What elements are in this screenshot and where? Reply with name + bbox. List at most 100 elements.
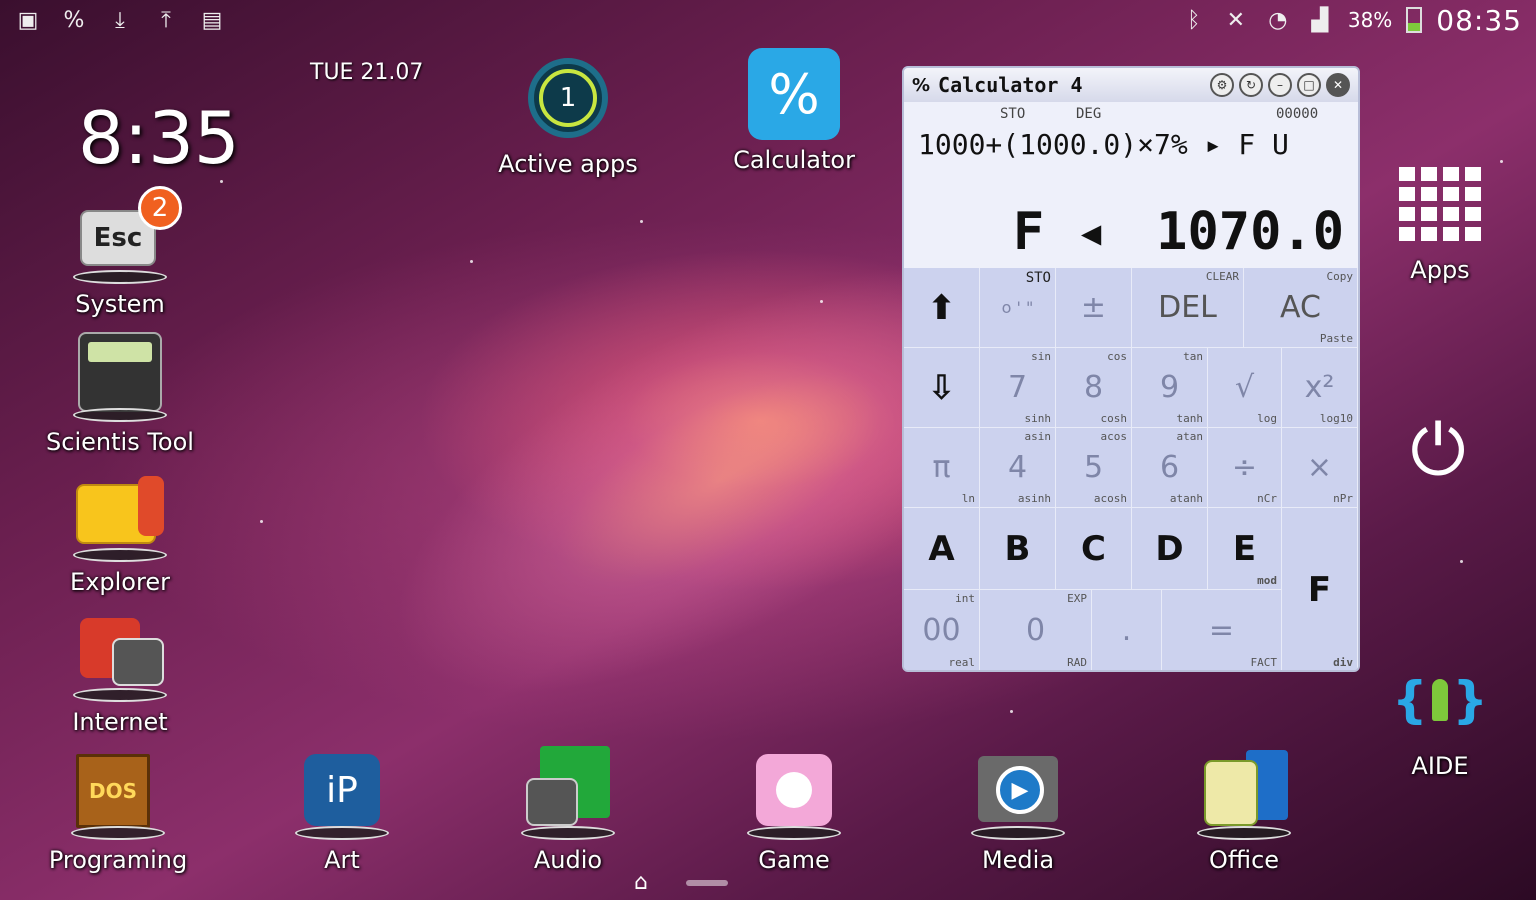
close-icon[interactable]: ✕ — [1326, 73, 1350, 97]
power-icon[interactable]: ⏻ — [1398, 409, 1478, 491]
result-prefix: F ◂ — [1012, 202, 1107, 262]
key-decimal-point[interactable]: . — [1092, 590, 1162, 670]
mute-icon: ✕ — [1226, 7, 1246, 33]
notification-badge: 2 — [138, 186, 182, 230]
image-icon: ▣ — [17, 7, 39, 33]
app-label: Programing — [48, 846, 188, 874]
app-art[interactable]: iP Art — [252, 746, 432, 874]
app-label: System — [75, 290, 165, 318]
window-title: Calculator 4 — [938, 73, 1083, 97]
key-hex-c[interactable]: C — [1056, 508, 1132, 590]
app-label: Art — [324, 846, 360, 874]
game-icon — [746, 746, 842, 842]
star — [1010, 710, 1013, 713]
office-icon — [1196, 746, 1292, 842]
key-sqrt[interactable]: √ log — [1208, 348, 1282, 428]
settings-icon[interactable]: ⚙ — [1210, 73, 1234, 97]
expression-line: 1000+(1000.0)×7% ▸ F U — [918, 128, 1289, 161]
app-label: Internet — [72, 708, 168, 736]
calculator-window[interactable]: % Calculator 4 ⚙ ↻ – □ ✕ STO DEG 00000 1… — [902, 66, 1360, 672]
widget-date: TUE 21.07 — [310, 60, 424, 85]
android-icon: { } — [1392, 671, 1488, 729]
app-game[interactable]: Game — [704, 746, 884, 874]
window-titlebar[interactable]: % Calculator 4 ⚙ ↻ – □ ✕ — [904, 68, 1358, 102]
key-8[interactable]: cos 8 cosh — [1056, 348, 1132, 428]
page-indicator — [686, 880, 728, 886]
key-divide[interactable]: ÷ nCr — [1208, 428, 1282, 508]
app-internet[interactable]: Internet — [30, 608, 210, 736]
result-value: 1070.0 — [1156, 202, 1344, 262]
minimize-icon[interactable]: – — [1268, 73, 1292, 97]
star — [220, 180, 223, 183]
app-label: AIDE — [1411, 752, 1469, 780]
percent-icon: % — [63, 7, 85, 33]
calculator-display: STO DEG 00000 1000+(1000.0)×7% ▸ F U F ◂… — [904, 102, 1358, 268]
star — [470, 260, 473, 263]
upload-icon: ⤒ — [161, 7, 171, 33]
battery-icon — [1406, 7, 1423, 33]
app-label: Office — [1208, 846, 1280, 874]
key-plus-minus[interactable]: ± — [1056, 268, 1132, 348]
battery-percent: 38% — [1347, 8, 1393, 32]
status-bar: ▣ % ⤓ ⤒ ▤ ᛒ ✕ ◔ ▟ 38% 08:35 — [0, 0, 1536, 40]
refresh-icon[interactable]: ↻ — [1239, 73, 1263, 97]
app-scientis-tool[interactable]: Scientis Tool — [30, 328, 210, 456]
app-media[interactable]: ▶ Media — [928, 746, 1108, 874]
active-apps-icon: 1 — [520, 50, 616, 146]
signal-icon: ▟ — [1311, 7, 1329, 33]
grid-icon — [1392, 156, 1488, 252]
app-explorer[interactable]: Explorer — [30, 468, 210, 596]
audio-icon — [520, 746, 616, 842]
file-icon: ▤ — [201, 7, 223, 33]
widget-time[interactable]: 8:35 — [78, 96, 240, 180]
result-line: F ◂ 1070.0 — [1013, 202, 1344, 262]
key-0[interactable]: EXP 0 RAD — [980, 590, 1092, 670]
memory-indicator: 00000 — [1276, 106, 1319, 122]
app-active-apps[interactable]: 1 Active apps — [478, 50, 658, 178]
key-hex-e[interactable]: Emod — [1208, 508, 1282, 590]
key-hex-f[interactable]: Fdiv — [1282, 508, 1358, 670]
app-audio[interactable]: Audio — [478, 746, 658, 874]
key-cursor-down[interactable]: ⇩ — [904, 348, 980, 428]
key-square[interactable]: x² log10 — [1282, 348, 1358, 428]
key-hex-a[interactable]: A — [904, 508, 980, 590]
scientific-calculator-icon — [72, 328, 168, 424]
app-aide[interactable]: { } AIDE — [1350, 652, 1530, 780]
key-multiply[interactable]: × nPr — [1282, 428, 1358, 508]
bluetooth-icon: ᛒ — [1187, 7, 1201, 33]
key-7[interactable]: sin 7 sinh — [980, 348, 1056, 428]
keypad: ⬆ STO o ' " ± CLEAR DEL Copy AC Paste ⇩ … — [904, 268, 1358, 670]
key-del[interactable]: CLEAR DEL — [1132, 268, 1244, 348]
calculator-title-icon: % — [912, 74, 931, 96]
star — [1460, 560, 1463, 563]
star — [640, 220, 643, 223]
art-icon: iP — [294, 746, 390, 842]
key-4[interactable]: asin 4 asinh — [980, 428, 1056, 508]
angle-mode-indicator: DEG — [1076, 106, 1102, 122]
key-hex-d[interactable]: D — [1132, 508, 1208, 590]
key-5[interactable]: acos 5 acosh — [1056, 428, 1132, 508]
key-pi[interactable]: π ln — [904, 428, 980, 508]
calculator-app-icon: % — [746, 46, 842, 142]
key-cursor-up[interactable]: ⬆ — [904, 268, 980, 348]
key-dms[interactable]: STO o ' " — [980, 268, 1056, 348]
key-equals[interactable]: = FACT — [1162, 590, 1282, 670]
home-icon[interactable]: ⌂ — [634, 870, 648, 895]
key-6[interactable]: atan 6 atanh — [1132, 428, 1208, 508]
app-programing[interactable]: DOS Programing — [28, 746, 208, 874]
system-icon: Esc 2 — [72, 186, 182, 286]
app-label: Scientis Tool — [46, 428, 194, 456]
key-ac[interactable]: Copy AC Paste — [1244, 268, 1358, 348]
app-label: Apps — [1410, 256, 1470, 284]
app-calculator[interactable]: % Calculator — [704, 46, 884, 174]
sto-indicator: STO — [1000, 106, 1026, 122]
key-00[interactable]: int 00 real — [904, 590, 980, 670]
key-9[interactable]: tan 9 tanh — [1132, 348, 1208, 428]
app-system[interactable]: Esc 2 System — [30, 186, 210, 318]
wifi-icon: ◔ — [1268, 7, 1288, 33]
maximize-icon[interactable]: □ — [1297, 73, 1321, 97]
app-office[interactable]: Office — [1154, 746, 1334, 874]
download-icon: ⤓ — [115, 7, 125, 33]
app-drawer[interactable]: Apps — [1350, 156, 1530, 284]
key-hex-b[interactable]: B — [980, 508, 1056, 590]
